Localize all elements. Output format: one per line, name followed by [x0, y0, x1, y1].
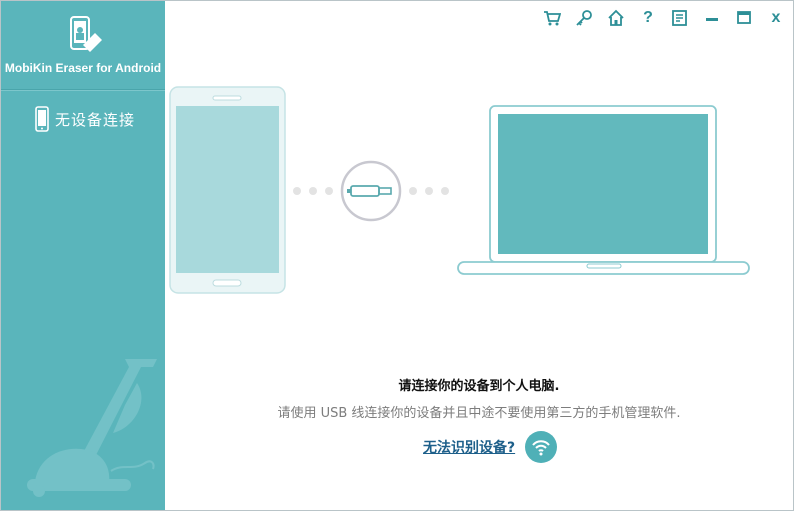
- usb-cable-icon: [340, 160, 402, 222]
- connection-dots-left: [293, 187, 333, 195]
- sidebar-divider: [1, 90, 165, 91]
- brand-area: MobiKin Eraser for Android: [1, 1, 165, 90]
- phone-icon: [35, 106, 49, 132]
- app-title: MobiKin Eraser for Android: [4, 61, 162, 75]
- app-logo-icon: [70, 16, 102, 52]
- vacuum-cleaner-icon: [27, 359, 157, 497]
- device-help: 无法识别设备?: [423, 431, 558, 463]
- connect-prompt-description: 请使用 USB 线连接你的设备并且中途不要使用第三方的手机管理软件.: [277, 406, 681, 421]
- connection-illustration: [169, 86, 750, 294]
- wifi-icon: [532, 440, 550, 456]
- connection-dots-right: [409, 187, 449, 195]
- connect-prompt-title: 请连接你的设备到个人电脑.: [398, 379, 560, 394]
- sidebar: MobiKin Eraser for Android 无设备连接: [1, 1, 165, 510]
- wifi-connect-button[interactable]: [525, 431, 558, 463]
- device-status-label: 无设备连接: [55, 110, 136, 129]
- phone-illustration-icon: [169, 86, 286, 294]
- app-window: MobiKin Eraser for Android 无设备连接 ? x 请连接…: [0, 0, 794, 511]
- device-not-recognized-link[interactable]: 无法识别设备?: [423, 437, 515, 457]
- laptop-illustration-icon: [457, 105, 750, 275]
- sidebar-item-device-status[interactable]: 无设备连接: [35, 105, 135, 133]
